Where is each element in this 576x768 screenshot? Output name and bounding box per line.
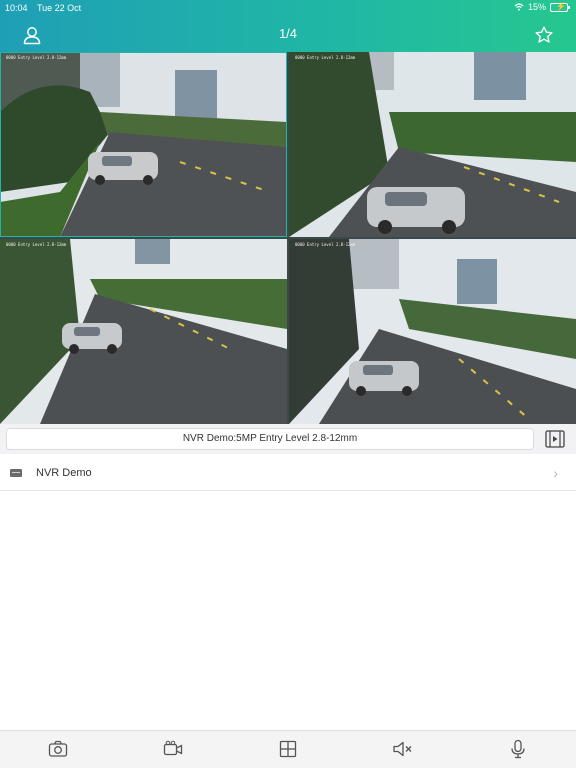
- camera-tile-3[interactable]: 0000 Entry Level 2.8-12mm: [0, 239, 287, 424]
- channel-label[interactable]: NVR Demo:5MP Entry Level 2.8-12mm: [6, 428, 534, 450]
- camera-osd-1: 0000 Entry Level 2.8-12mm: [6, 55, 67, 60]
- camera-osd-3: 0000 Entry Level 2.8-12mm: [6, 242, 67, 247]
- battery-icon: ⚡: [550, 2, 570, 12]
- chevron-right-icon: ›: [553, 465, 558, 481]
- live-view-grid: 0000 Entry Level 2.8-12mm 0000 Entry Lev…: [0, 52, 576, 424]
- status-date: Tue 22 Oct: [37, 3, 82, 13]
- camera-tile-2[interactable]: 0000 Entry Level 2.8-12mm: [289, 52, 576, 237]
- nvr-icon: [10, 469, 22, 477]
- device-list: NVR Demo ›: [0, 455, 576, 491]
- status-bar: 10:04 Tue 22 Oct 15% ⚡: [0, 0, 576, 16]
- camera-osd-4: 0000 Entry Level 2.8-12mm: [295, 242, 356, 247]
- camera-feed-4: [289, 239, 576, 424]
- wifi-icon: [514, 3, 524, 11]
- header: 10:04 Tue 22 Oct 15% ⚡ 1/4: [0, 0, 576, 52]
- film-icon[interactable]: [544, 429, 566, 449]
- status-right: 15% ⚡: [514, 2, 570, 12]
- page-indicator: 1/4: [278, 26, 298, 41]
- battery-percent: 15%: [527, 2, 546, 12]
- bottom-toolbar: [0, 730, 576, 768]
- camera-tile-4[interactable]: 0000 Entry Level 2.8-12mm: [289, 239, 576, 424]
- nav-bar: 1/4: [0, 16, 576, 52]
- channel-info-bar: NVR Demo:5MP Entry Level 2.8-12mm: [0, 424, 576, 454]
- mute-icon[interactable]: [391, 737, 415, 761]
- camera-icon[interactable]: [46, 737, 70, 761]
- device-name: NVR Demo: [36, 467, 92, 479]
- camera-tile-1[interactable]: 0000 Entry Level 2.8-12mm: [0, 52, 287, 237]
- video-record-icon[interactable]: [161, 737, 185, 761]
- status-time: 10:04: [5, 3, 28, 13]
- device-row[interactable]: NVR Demo ›: [0, 455, 576, 491]
- camera-feed-3: [0, 239, 287, 424]
- app: 10:04 Tue 22 Oct 15% ⚡ 1/4 0000 Entry Le…: [0, 0, 576, 768]
- camera-feed-1: [0, 52, 287, 237]
- microphone-icon[interactable]: [506, 737, 530, 761]
- grid-layout-icon[interactable]: [276, 737, 300, 761]
- camera-feed-2: [289, 52, 576, 237]
- camera-osd-2: 0000 Entry Level 2.8-12mm: [295, 55, 356, 60]
- star-icon[interactable]: [530, 21, 558, 49]
